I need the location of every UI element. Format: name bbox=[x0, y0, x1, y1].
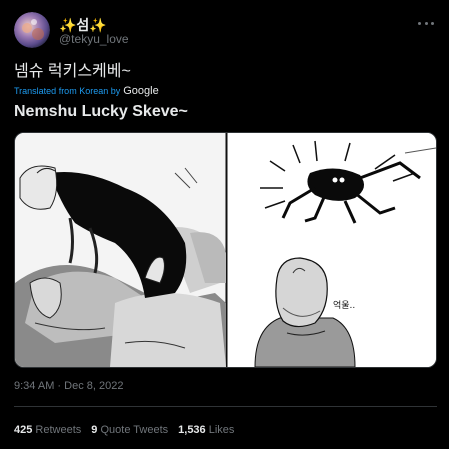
stat-count: 1,536 bbox=[178, 424, 206, 436]
stat-quote-tweets[interactable]: 9 Quote Tweets bbox=[91, 424, 168, 436]
speech-text: 억울.. bbox=[333, 299, 355, 311]
translation-attribution[interactable]: Translated from Korean by Google bbox=[14, 85, 159, 97]
tweet-stats: 425 Retweets 9 Quote Tweets 1,536 Likes bbox=[14, 424, 234, 436]
stat-label: Retweets bbox=[35, 424, 82, 436]
google-logo: Google bbox=[123, 85, 159, 97]
divider bbox=[14, 406, 437, 407]
avatar[interactable] bbox=[14, 12, 50, 48]
stat-likes[interactable]: 1,536 Likes bbox=[178, 424, 234, 436]
tweet-page: ✨섬✨ @tekyu_love 넴슈 럭키스케베~ Translated fro… bbox=[0, 0, 449, 449]
stat-label: Quote Tweets bbox=[100, 424, 169, 436]
more-horizontal-icon[interactable] bbox=[418, 16, 434, 30]
stat-retweets[interactable]: 425 Retweets bbox=[14, 424, 81, 436]
stat-label: Likes bbox=[208, 424, 235, 436]
tweet-header: ✨섬✨ @tekyu_love bbox=[14, 12, 434, 52]
user-handle[interactable]: @tekyu_love bbox=[59, 32, 129, 46]
tweet-translation: Nemshu Lucky Skeve~ bbox=[14, 103, 188, 120]
tweet-timestamp[interactable]: 9:34 AM · Dec 8, 2022 bbox=[14, 380, 123, 392]
translated-label[interactable]: Translated from Korean by bbox=[14, 86, 120, 96]
tweet-text: 넴슈 럭키스케베~ bbox=[14, 63, 131, 80]
manga-image: 억울.. bbox=[15, 133, 436, 367]
stat-count: 425 bbox=[14, 424, 33, 436]
tweet-media[interactable]: 억울.. bbox=[14, 132, 437, 368]
stat-count: 9 bbox=[91, 424, 98, 436]
